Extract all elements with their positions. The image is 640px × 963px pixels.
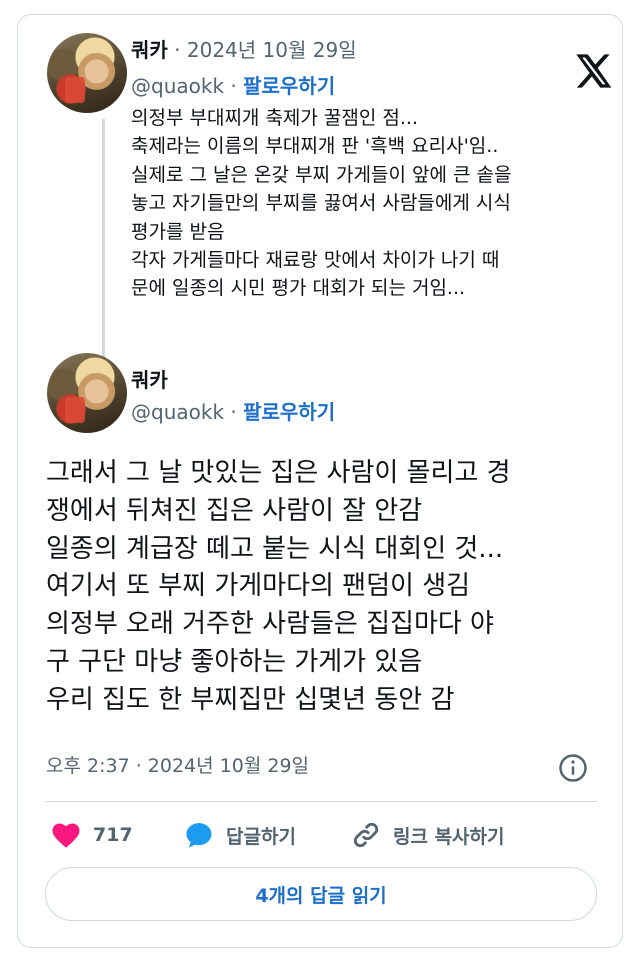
read-replies-label: 4개의 답글 읽기 [255, 884, 387, 907]
text-line: 우리 집도 한 부찌집만 십몇년 동안 감 [46, 684, 455, 715]
text-line: 의정부 오래 거주한 사람들은 집집마다 야 [46, 609, 494, 640]
text-line: 실제로 그 날은 온갖 부찌 가게들이 앞에 큰 솥을 [131, 163, 512, 186]
main-tweet-text: 그래서 그 날 맛있는 집은 사람이 몰리고 경 쟁에서 뒤쳐진 집은 사람이 … [46, 455, 606, 720]
speech-bubble-icon [186, 823, 212, 848]
heart-icon [52, 823, 80, 848]
text-line: 각자 가게들마다 재료랑 맛에서 차이가 나기 때 [131, 249, 500, 272]
text-line: 의정부 부대찌개 축제가 꿀잼인 점... [131, 107, 418, 129]
like-count: 717 [93, 824, 133, 846]
quoted-tweet-text: 의정부 부대찌개 축제가 꿀잼인 점... 축제라는 이름의 부대찌개 판 '흑… [131, 104, 611, 303]
main-author-row: 쿼카 [131, 367, 168, 393]
separator: · [230, 74, 237, 98]
avatar[interactable] [47, 33, 127, 113]
text-line: 여기서 또 부찌 가게마다의 팬덤이 생김 [46, 571, 471, 602]
text-line: 그래서 그 날 맛있는 집은 사람이 몰리고 경 [46, 458, 511, 488]
follow-button[interactable]: 팔로우하기 [243, 74, 335, 98]
info-icon[interactable] [558, 753, 588, 783]
x-logo-icon[interactable] [573, 51, 613, 91]
thread-connector-line [102, 119, 105, 367]
reply-button[interactable]: 답글하기 [184, 819, 296, 851]
handle[interactable]: @quaokk [131, 74, 224, 98]
main-handle-row: @quaokk · 팔로우하기 [131, 399, 335, 425]
text-line: 쟁에서 뒤쳐진 집은 사람이 잘 안감 [46, 495, 423, 526]
link-icon [353, 822, 379, 848]
text-line: 문에 일종의 시민 평가 대회가 되는 거임... [131, 277, 466, 300]
avatar[interactable] [47, 353, 127, 433]
like-button[interactable]: 717 [51, 819, 133, 851]
divider [45, 801, 597, 802]
quoted-handle-row: @quaokk · 팔로우하기 [131, 73, 335, 99]
text-line: 구 구단 마냥 좋아하는 가게가 있음 [46, 646, 423, 677]
author-name[interactable]: 쿼카 [131, 368, 168, 392]
author-name[interactable]: 쿼카 [131, 38, 168, 62]
tweet-date[interactable]: · 2024년 10월 29일 [174, 38, 356, 62]
text-line: 일종의 계급장 떼고 붙는 시식 대회인 것... [46, 533, 504, 564]
follow-button[interactable]: 팔로우하기 [243, 400, 335, 424]
text-line: 평가를 받음 [131, 220, 225, 243]
text-line: 놓고 자기들만의 부찌를 끓여서 사람들에게 시식 [131, 192, 511, 215]
copy-link-button[interactable]: 링크 복사하기 [351, 819, 505, 851]
read-replies-button[interactable]: 4개의 답글 읽기 [45, 867, 597, 921]
text-line: 축제라는 이름의 부대찌개 판 '흑백 요리사'임.. [131, 135, 499, 158]
copy-link-label: 링크 복사하기 [393, 825, 505, 848]
separator: · [230, 400, 237, 424]
quoted-author-row: 쿼카 · 2024년 10월 29일 [131, 37, 357, 63]
tweet-timestamp[interactable]: 오후 2:37 · 2024년 10월 29일 [46, 753, 309, 779]
handle[interactable]: @quaokk [131, 400, 224, 424]
reply-label: 답글하기 [226, 825, 296, 848]
tweet-embed-card: 쿼카 · 2024년 10월 29일 @quaokk · 팔로우하기 의정부 부… [17, 14, 623, 948]
